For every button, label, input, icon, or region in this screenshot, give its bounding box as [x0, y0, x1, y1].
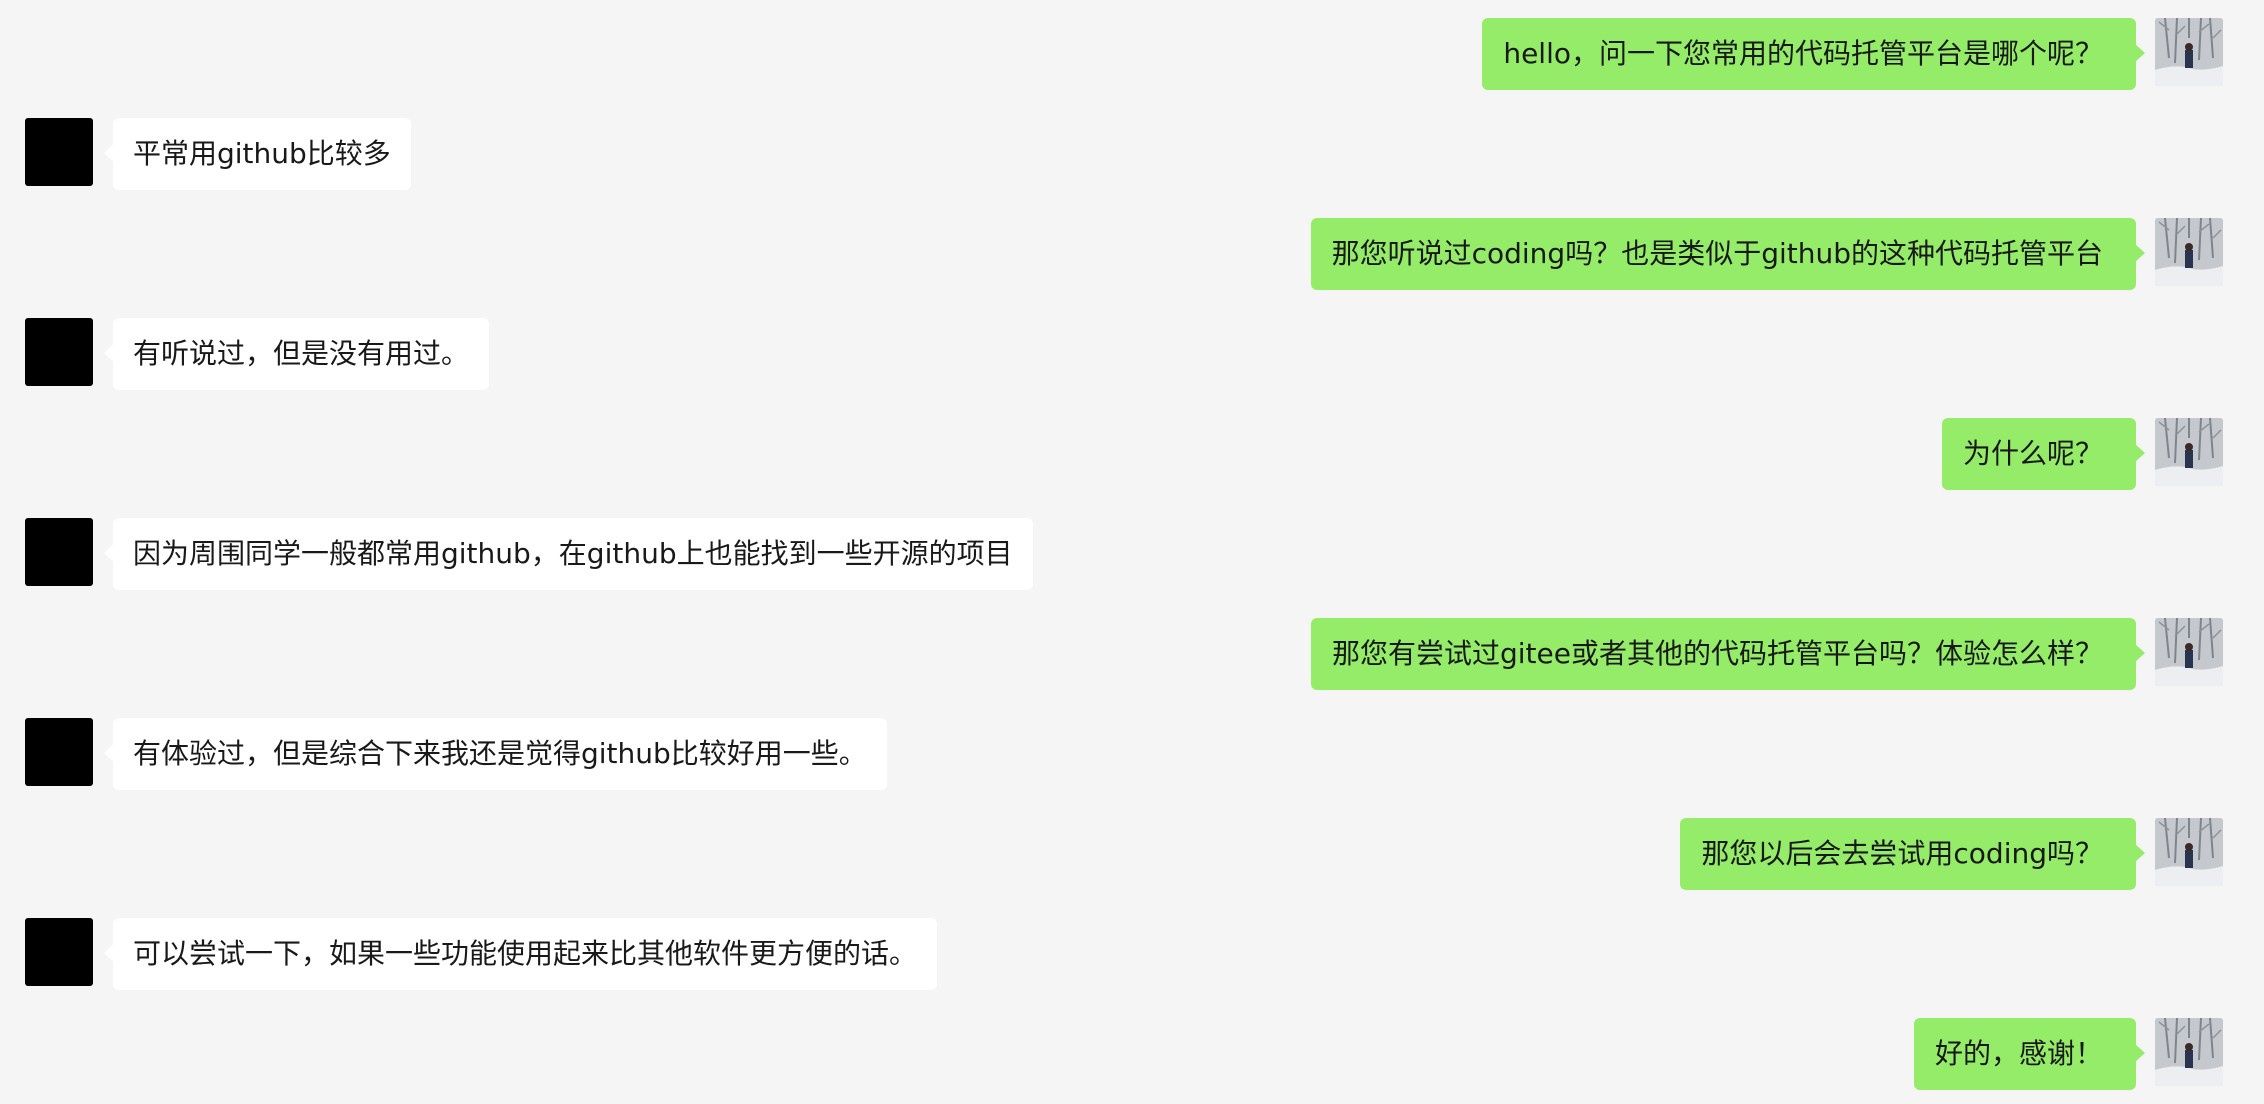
contact-avatar[interactable] — [25, 718, 93, 786]
message-row-received: 因为周围同学一般都常用github，在github上也能找到一些开源的项目 — [0, 518, 2264, 590]
sent-message-bubble[interactable]: 那您有尝试过gitee或者其他的代码托管平台吗？体验怎么样？ — [1311, 618, 2145, 690]
message-row-sent: 那您听说过coding吗？也是类似于github的这种代码托管平台 — [0, 218, 2264, 290]
my-avatar[interactable] — [2155, 618, 2223, 686]
sent-message-bubble[interactable]: 为什么呢？ — [1941, 418, 2146, 490]
message-row-received: 有听说过，但是没有用过。 — [0, 318, 2264, 390]
sent-message-bubble[interactable]: hello，问一下您常用的代码托管平台是哪个呢？ — [1482, 18, 2145, 90]
snow-tree-photo-icon — [2155, 818, 2223, 886]
sent-message-bubble[interactable]: 那您以后会去尝试用coding吗？ — [1680, 818, 2145, 890]
message-row-sent: 好的，感谢！ — [0, 1018, 2264, 1090]
message-row-received: 可以尝试一下，如果一些功能使用起来比其他软件更方便的话。 — [0, 918, 2264, 990]
message-row-received: 有体验过，但是综合下来我还是觉得github比较好用一些。 — [0, 718, 2264, 790]
received-message-bubble[interactable]: 可以尝试一下，如果一些功能使用起来比其他软件更方便的话。 — [103, 918, 938, 990]
my-avatar[interactable] — [2155, 818, 2223, 886]
snow-tree-photo-icon — [2155, 218, 2223, 286]
received-message-bubble[interactable]: 平常用github比较多 — [104, 118, 411, 190]
received-message-bubble[interactable]: 因为周围同学一般都常用github，在github上也能找到一些开源的项目 — [104, 518, 1033, 590]
message-row-sent: hello，问一下您常用的代码托管平台是哪个呢？ — [0, 18, 2264, 90]
chat-window: hello，问一下您常用的代码托管平台是哪个呢？ 平常用github比较多 那您… — [0, 0, 2264, 1104]
snow-tree-photo-icon — [2155, 418, 2223, 486]
snow-tree-photo-icon — [2155, 18, 2223, 86]
contact-avatar[interactable] — [25, 118, 93, 186]
message-row-received: 平常用github比较多 — [0, 118, 2264, 190]
received-message-bubble[interactable]: 有体验过，但是综合下来我还是觉得github比较好用一些。 — [104, 718, 887, 790]
sent-message-bubble[interactable]: 好的，感谢！ — [1913, 1018, 2146, 1090]
contact-avatar[interactable] — [25, 918, 93, 986]
received-message-bubble[interactable]: 有听说过，但是没有用过。 — [103, 318, 490, 390]
sent-message-bubble[interactable]: 那您听说过coding吗？也是类似于github的这种代码托管平台 — [1310, 218, 2146, 290]
message-row-sent: 那您以后会去尝试用coding吗？ — [0, 818, 2264, 890]
message-row-sent: 那您有尝试过gitee或者其他的代码托管平台吗？体验怎么样？ — [0, 618, 2264, 690]
snow-tree-photo-icon — [2155, 1018, 2223, 1086]
my-avatar[interactable] — [2155, 218, 2223, 286]
snow-tree-photo-icon — [2155, 618, 2223, 686]
my-avatar[interactable] — [2155, 18, 2223, 86]
message-row-sent: 为什么呢？ — [0, 418, 2264, 490]
my-avatar[interactable] — [2155, 418, 2223, 486]
contact-avatar[interactable] — [25, 518, 93, 586]
contact-avatar[interactable] — [25, 318, 93, 386]
my-avatar[interactable] — [2155, 1018, 2223, 1086]
